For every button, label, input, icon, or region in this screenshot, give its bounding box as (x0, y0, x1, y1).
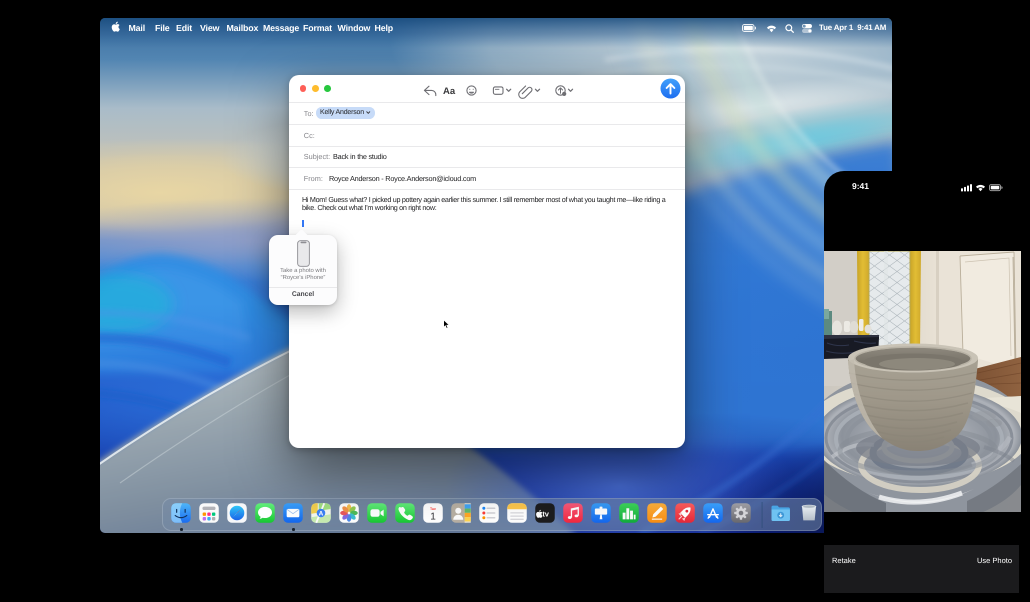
svg-text:tv: tv (542, 509, 549, 518)
svg-text:A: A (319, 510, 324, 517)
svg-text:1: 1 (430, 511, 436, 522)
svg-text:Tue: Tue (430, 507, 436, 511)
svg-text:Aa: Aa (443, 86, 456, 97)
